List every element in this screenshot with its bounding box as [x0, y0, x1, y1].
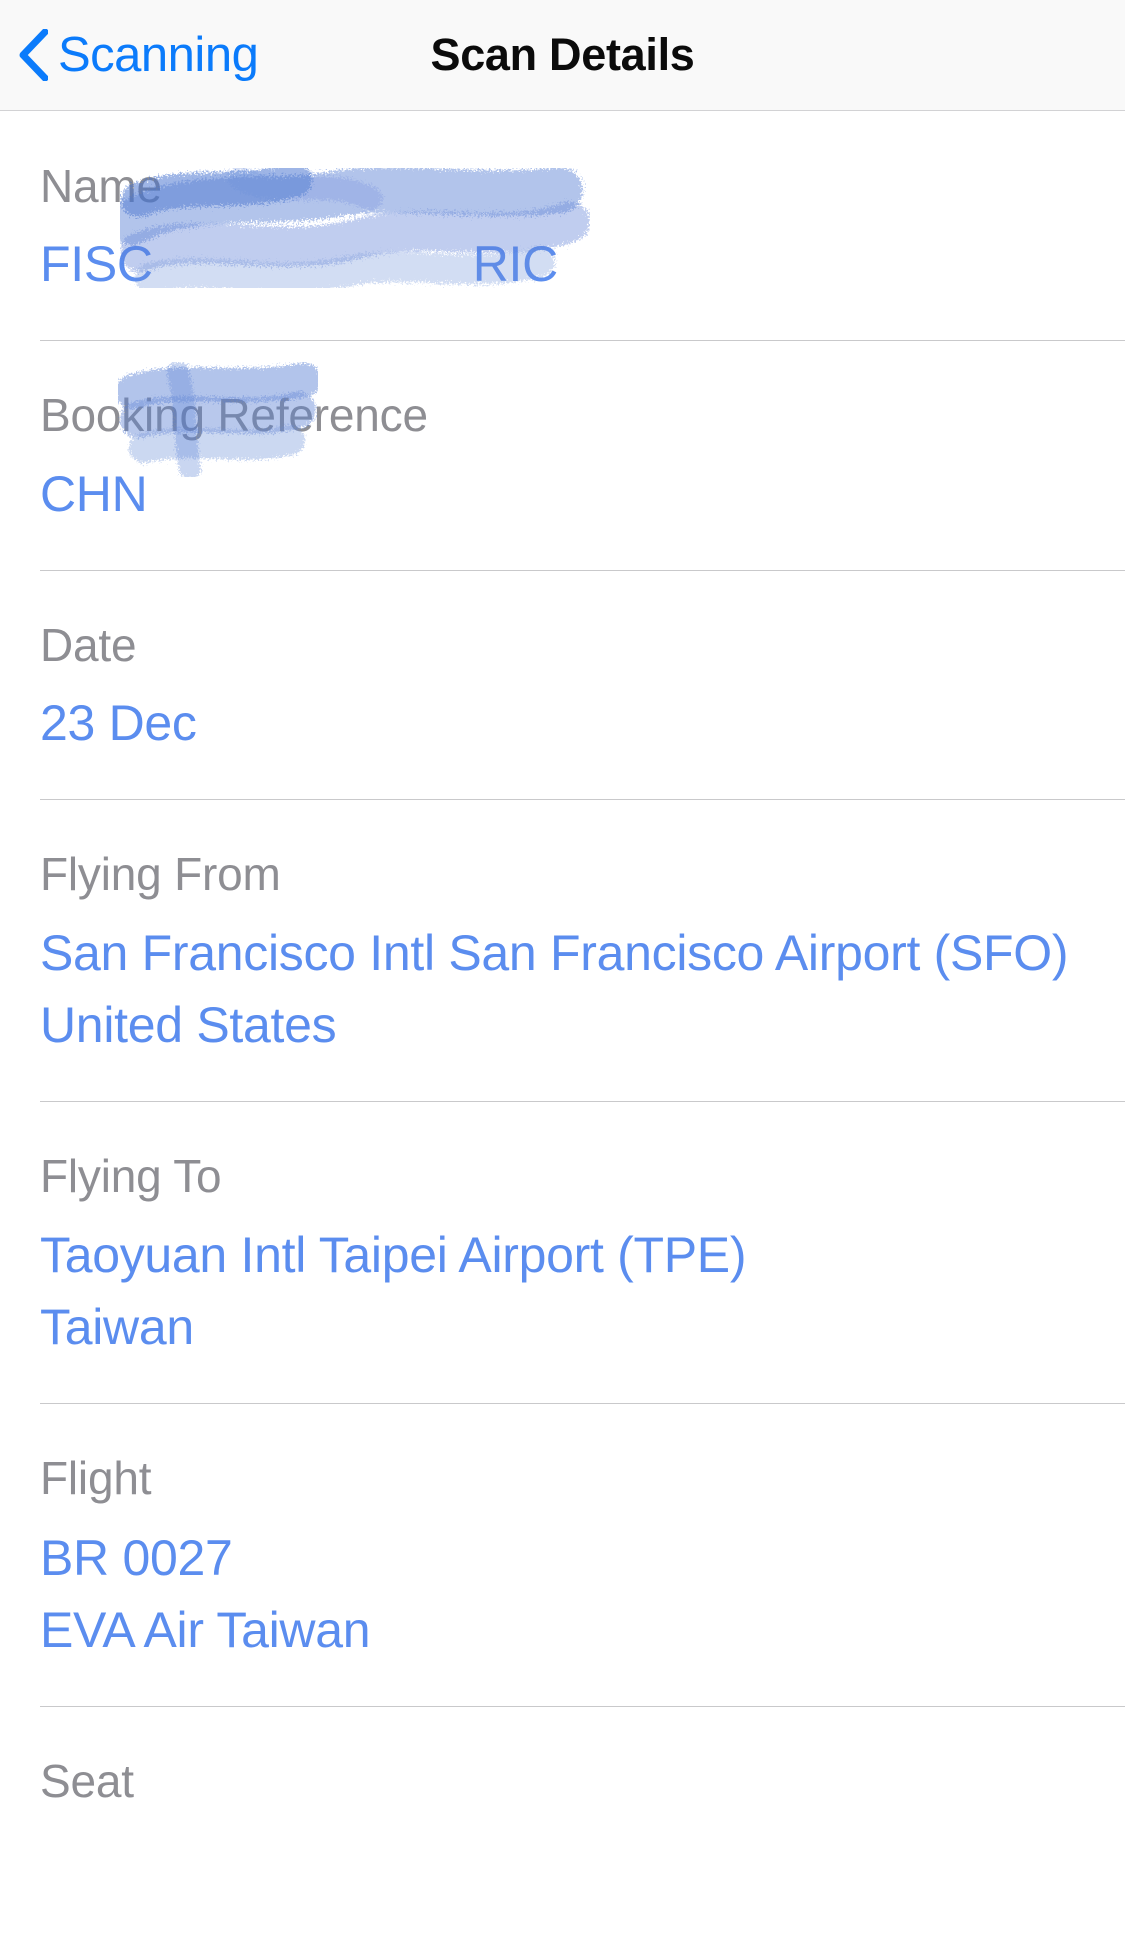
detail-value-flying-to: Taoyuan Intl Taipei Airport (TPE) Taiwan	[40, 1219, 1085, 1363]
flight-number: BR 0027	[40, 1529, 233, 1586]
flying-from-airport: San Francisco Intl San Francisco Airport…	[40, 925, 1069, 982]
detail-label-flying-from: Flying From	[40, 847, 281, 900]
detail-value-flying-from: San Francisco Intl San Francisco Airport…	[40, 917, 1085, 1061]
detail-row-flying-from[interactable]: Flying From San Francisco Intl San Franc…	[0, 798, 1125, 1101]
name-visible-end: RIC	[472, 236, 559, 293]
detail-label-flight: Flight	[40, 1452, 152, 1505]
navigation-bar: Scanning Scan Details	[0, 0, 1125, 111]
detail-label-seat: Seat	[40, 1754, 134, 1807]
detail-value-booking-reference: CHN	[40, 465, 148, 522]
detail-value-flight: BR 0027 EVA Air Taiwan	[40, 1522, 1085, 1666]
detail-row-flying-to[interactable]: Flying To Taoyuan Intl Taipei Airport (T…	[0, 1101, 1125, 1403]
detail-value-name: FISC RIC	[40, 229, 1085, 300]
detail-row-name[interactable]: Name FISC RIC	[0, 111, 1125, 340]
detail-label-name: Name	[40, 160, 162, 212]
scan-details-list: Name FISC RIC Booking Reference CHN Date …	[0, 111, 1125, 1864]
flight-airline: EVA Air Taiwan	[40, 1601, 371, 1658]
scan-details-screen: Scanning Scan Details Name FISC RIC Booki…	[0, 0, 1125, 1942]
back-button[interactable]: Scanning	[0, 27, 259, 82]
back-button-label: Scanning	[58, 27, 259, 82]
flying-to-country: Taiwan	[40, 1299, 194, 1356]
name-visible-start: FISC	[40, 236, 153, 293]
detail-row-booking-reference[interactable]: Booking Reference CHN	[0, 340, 1125, 569]
detail-label-flying-to: Flying To	[40, 1150, 222, 1203]
flying-from-country: United States	[40, 997, 337, 1054]
detail-row-date[interactable]: Date 23 Dec	[0, 569, 1125, 799]
flying-to-airport: Taoyuan Intl Taipei Airport (TPE)	[40, 1227, 747, 1284]
chevron-left-icon	[19, 29, 48, 81]
detail-value-date: 23 Dec	[40, 694, 197, 751]
detail-label-booking-reference: Booking Reference	[40, 389, 428, 442]
detail-row-seat[interactable]: Seat	[0, 1705, 1125, 1864]
detail-row-flight[interactable]: Flight BR 0027 EVA Air Taiwan	[0, 1403, 1125, 1705]
detail-label-date: Date	[40, 618, 137, 671]
